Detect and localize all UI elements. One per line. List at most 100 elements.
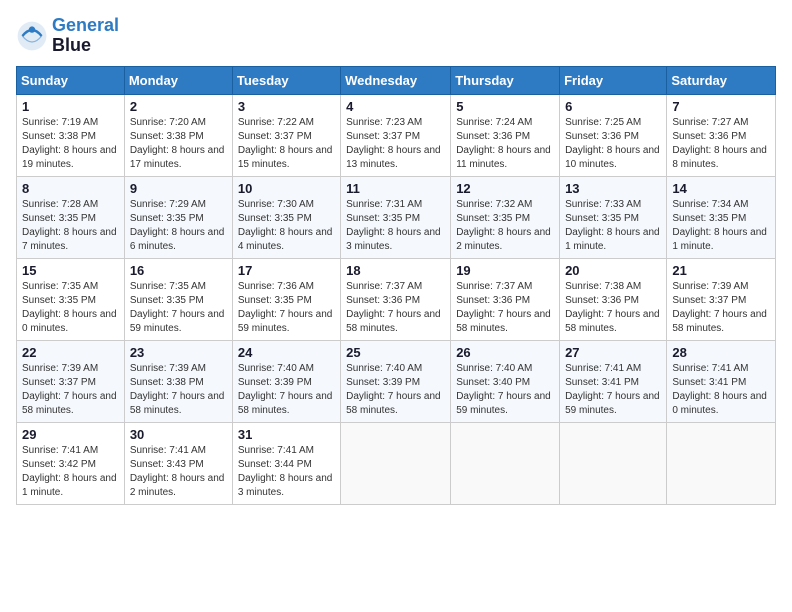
day-number: 5 <box>456 99 554 114</box>
day-number: 9 <box>130 181 227 196</box>
calendar-cell <box>667 422 776 504</box>
day-number: 20 <box>565 263 661 278</box>
calendar-cell: 9 Sunrise: 7:29 AM Sunset: 3:35 PM Dayli… <box>124 176 232 258</box>
calendar-cell: 22 Sunrise: 7:39 AM Sunset: 3:37 PM Dayl… <box>17 340 125 422</box>
calendar-cell <box>560 422 667 504</box>
day-number: 27 <box>565 345 661 360</box>
day-info: Sunrise: 7:33 AM Sunset: 3:35 PM Dayligh… <box>565 198 661 254</box>
calendar-cell: 25 Sunrise: 7:40 AM Sunset: 3:39 PM Dayl… <box>341 340 451 422</box>
calendar-cell: 7 Sunrise: 7:27 AM Sunset: 3:36 PM Dayli… <box>667 94 776 176</box>
day-info: Sunrise: 7:41 AM Sunset: 3:41 PM Dayligh… <box>565 362 661 418</box>
calendar-cell: 2 Sunrise: 7:20 AM Sunset: 3:38 PM Dayli… <box>124 94 232 176</box>
calendar-cell: 5 Sunrise: 7:24 AM Sunset: 3:36 PM Dayli… <box>451 94 560 176</box>
day-number: 21 <box>672 263 770 278</box>
day-info: Sunrise: 7:37 AM Sunset: 3:36 PM Dayligh… <box>456 280 554 336</box>
calendar-cell: 8 Sunrise: 7:28 AM Sunset: 3:35 PM Dayli… <box>17 176 125 258</box>
day-number: 22 <box>22 345 119 360</box>
logo-icon <box>16 20 48 52</box>
day-number: 14 <box>672 181 770 196</box>
calendar-cell: 17 Sunrise: 7:36 AM Sunset: 3:35 PM Dayl… <box>232 258 340 340</box>
day-info: Sunrise: 7:23 AM Sunset: 3:37 PM Dayligh… <box>346 116 445 172</box>
calendar-cell: 23 Sunrise: 7:39 AM Sunset: 3:38 PM Dayl… <box>124 340 232 422</box>
day-number: 15 <box>22 263 119 278</box>
day-info: Sunrise: 7:34 AM Sunset: 3:35 PM Dayligh… <box>672 198 770 254</box>
day-info: Sunrise: 7:40 AM Sunset: 3:39 PM Dayligh… <box>238 362 335 418</box>
day-info: Sunrise: 7:28 AM Sunset: 3:35 PM Dayligh… <box>22 198 119 254</box>
col-header-thursday: Thursday <box>451 66 560 94</box>
day-info: Sunrise: 7:40 AM Sunset: 3:39 PM Dayligh… <box>346 362 445 418</box>
day-info: Sunrise: 7:31 AM Sunset: 3:35 PM Dayligh… <box>346 198 445 254</box>
calendar-cell: 16 Sunrise: 7:35 AM Sunset: 3:35 PM Dayl… <box>124 258 232 340</box>
calendar-cell: 20 Sunrise: 7:38 AM Sunset: 3:36 PM Dayl… <box>560 258 667 340</box>
day-info: Sunrise: 7:39 AM Sunset: 3:38 PM Dayligh… <box>130 362 227 418</box>
day-info: Sunrise: 7:41 AM Sunset: 3:42 PM Dayligh… <box>22 444 119 500</box>
day-info: Sunrise: 7:25 AM Sunset: 3:36 PM Dayligh… <box>565 116 661 172</box>
day-info: Sunrise: 7:27 AM Sunset: 3:36 PM Dayligh… <box>672 116 770 172</box>
day-info: Sunrise: 7:22 AM Sunset: 3:37 PM Dayligh… <box>238 116 335 172</box>
day-number: 28 <box>672 345 770 360</box>
calendar-cell: 1 Sunrise: 7:19 AM Sunset: 3:38 PM Dayli… <box>17 94 125 176</box>
day-number: 30 <box>130 427 227 442</box>
day-info: Sunrise: 7:41 AM Sunset: 3:44 PM Dayligh… <box>238 444 335 500</box>
day-number: 18 <box>346 263 445 278</box>
calendar-week-5: 29 Sunrise: 7:41 AM Sunset: 3:42 PM Dayl… <box>17 422 776 504</box>
calendar-cell: 12 Sunrise: 7:32 AM Sunset: 3:35 PM Dayl… <box>451 176 560 258</box>
day-number: 1 <box>22 99 119 114</box>
calendar-header-row: SundayMondayTuesdayWednesdayThursdayFrid… <box>17 66 776 94</box>
day-number: 12 <box>456 181 554 196</box>
calendar-week-4: 22 Sunrise: 7:39 AM Sunset: 3:37 PM Dayl… <box>17 340 776 422</box>
logo-text: General Blue <box>52 16 119 56</box>
day-number: 6 <box>565 99 661 114</box>
day-number: 17 <box>238 263 335 278</box>
calendar-cell: 14 Sunrise: 7:34 AM Sunset: 3:35 PM Dayl… <box>667 176 776 258</box>
calendar-cell: 26 Sunrise: 7:40 AM Sunset: 3:40 PM Dayl… <box>451 340 560 422</box>
day-info: Sunrise: 7:40 AM Sunset: 3:40 PM Dayligh… <box>456 362 554 418</box>
calendar-cell: 21 Sunrise: 7:39 AM Sunset: 3:37 PM Dayl… <box>667 258 776 340</box>
day-info: Sunrise: 7:41 AM Sunset: 3:43 PM Dayligh… <box>130 444 227 500</box>
calendar-cell <box>451 422 560 504</box>
day-number: 26 <box>456 345 554 360</box>
calendar-cell: 30 Sunrise: 7:41 AM Sunset: 3:43 PM Dayl… <box>124 422 232 504</box>
day-info: Sunrise: 7:38 AM Sunset: 3:36 PM Dayligh… <box>565 280 661 336</box>
logo: General Blue <box>16 16 119 56</box>
day-number: 25 <box>346 345 445 360</box>
calendar-cell: 13 Sunrise: 7:33 AM Sunset: 3:35 PM Dayl… <box>560 176 667 258</box>
day-number: 29 <box>22 427 119 442</box>
day-number: 3 <box>238 99 335 114</box>
day-number: 23 <box>130 345 227 360</box>
calendar-cell: 4 Sunrise: 7:23 AM Sunset: 3:37 PM Dayli… <box>341 94 451 176</box>
day-info: Sunrise: 7:37 AM Sunset: 3:36 PM Dayligh… <box>346 280 445 336</box>
calendar-week-2: 8 Sunrise: 7:28 AM Sunset: 3:35 PM Dayli… <box>17 176 776 258</box>
day-number: 11 <box>346 181 445 196</box>
day-info: Sunrise: 7:29 AM Sunset: 3:35 PM Dayligh… <box>130 198 227 254</box>
col-header-sunday: Sunday <box>17 66 125 94</box>
calendar-week-1: 1 Sunrise: 7:19 AM Sunset: 3:38 PM Dayli… <box>17 94 776 176</box>
page-header: General Blue <box>16 16 776 56</box>
day-number: 24 <box>238 345 335 360</box>
calendar-cell: 29 Sunrise: 7:41 AM Sunset: 3:42 PM Dayl… <box>17 422 125 504</box>
calendar-table: SundayMondayTuesdayWednesdayThursdayFrid… <box>16 66 776 505</box>
calendar-cell: 3 Sunrise: 7:22 AM Sunset: 3:37 PM Dayli… <box>232 94 340 176</box>
day-info: Sunrise: 7:35 AM Sunset: 3:35 PM Dayligh… <box>22 280 119 336</box>
calendar-cell <box>341 422 451 504</box>
day-info: Sunrise: 7:20 AM Sunset: 3:38 PM Dayligh… <box>130 116 227 172</box>
calendar-cell: 6 Sunrise: 7:25 AM Sunset: 3:36 PM Dayli… <box>560 94 667 176</box>
calendar-cell: 11 Sunrise: 7:31 AM Sunset: 3:35 PM Dayl… <box>341 176 451 258</box>
day-number: 7 <box>672 99 770 114</box>
day-info: Sunrise: 7:19 AM Sunset: 3:38 PM Dayligh… <box>22 116 119 172</box>
day-number: 2 <box>130 99 227 114</box>
col-header-saturday: Saturday <box>667 66 776 94</box>
day-number: 31 <box>238 427 335 442</box>
day-info: Sunrise: 7:30 AM Sunset: 3:35 PM Dayligh… <box>238 198 335 254</box>
calendar-cell: 18 Sunrise: 7:37 AM Sunset: 3:36 PM Dayl… <box>341 258 451 340</box>
calendar-cell: 19 Sunrise: 7:37 AM Sunset: 3:36 PM Dayl… <box>451 258 560 340</box>
calendar-cell: 15 Sunrise: 7:35 AM Sunset: 3:35 PM Dayl… <box>17 258 125 340</box>
calendar-cell: 27 Sunrise: 7:41 AM Sunset: 3:41 PM Dayl… <box>560 340 667 422</box>
calendar-cell: 24 Sunrise: 7:40 AM Sunset: 3:39 PM Dayl… <box>232 340 340 422</box>
day-number: 16 <box>130 263 227 278</box>
calendar-week-3: 15 Sunrise: 7:35 AM Sunset: 3:35 PM Dayl… <box>17 258 776 340</box>
day-info: Sunrise: 7:39 AM Sunset: 3:37 PM Dayligh… <box>22 362 119 418</box>
day-info: Sunrise: 7:39 AM Sunset: 3:37 PM Dayligh… <box>672 280 770 336</box>
calendar-cell: 28 Sunrise: 7:41 AM Sunset: 3:41 PM Dayl… <box>667 340 776 422</box>
col-header-friday: Friday <box>560 66 667 94</box>
